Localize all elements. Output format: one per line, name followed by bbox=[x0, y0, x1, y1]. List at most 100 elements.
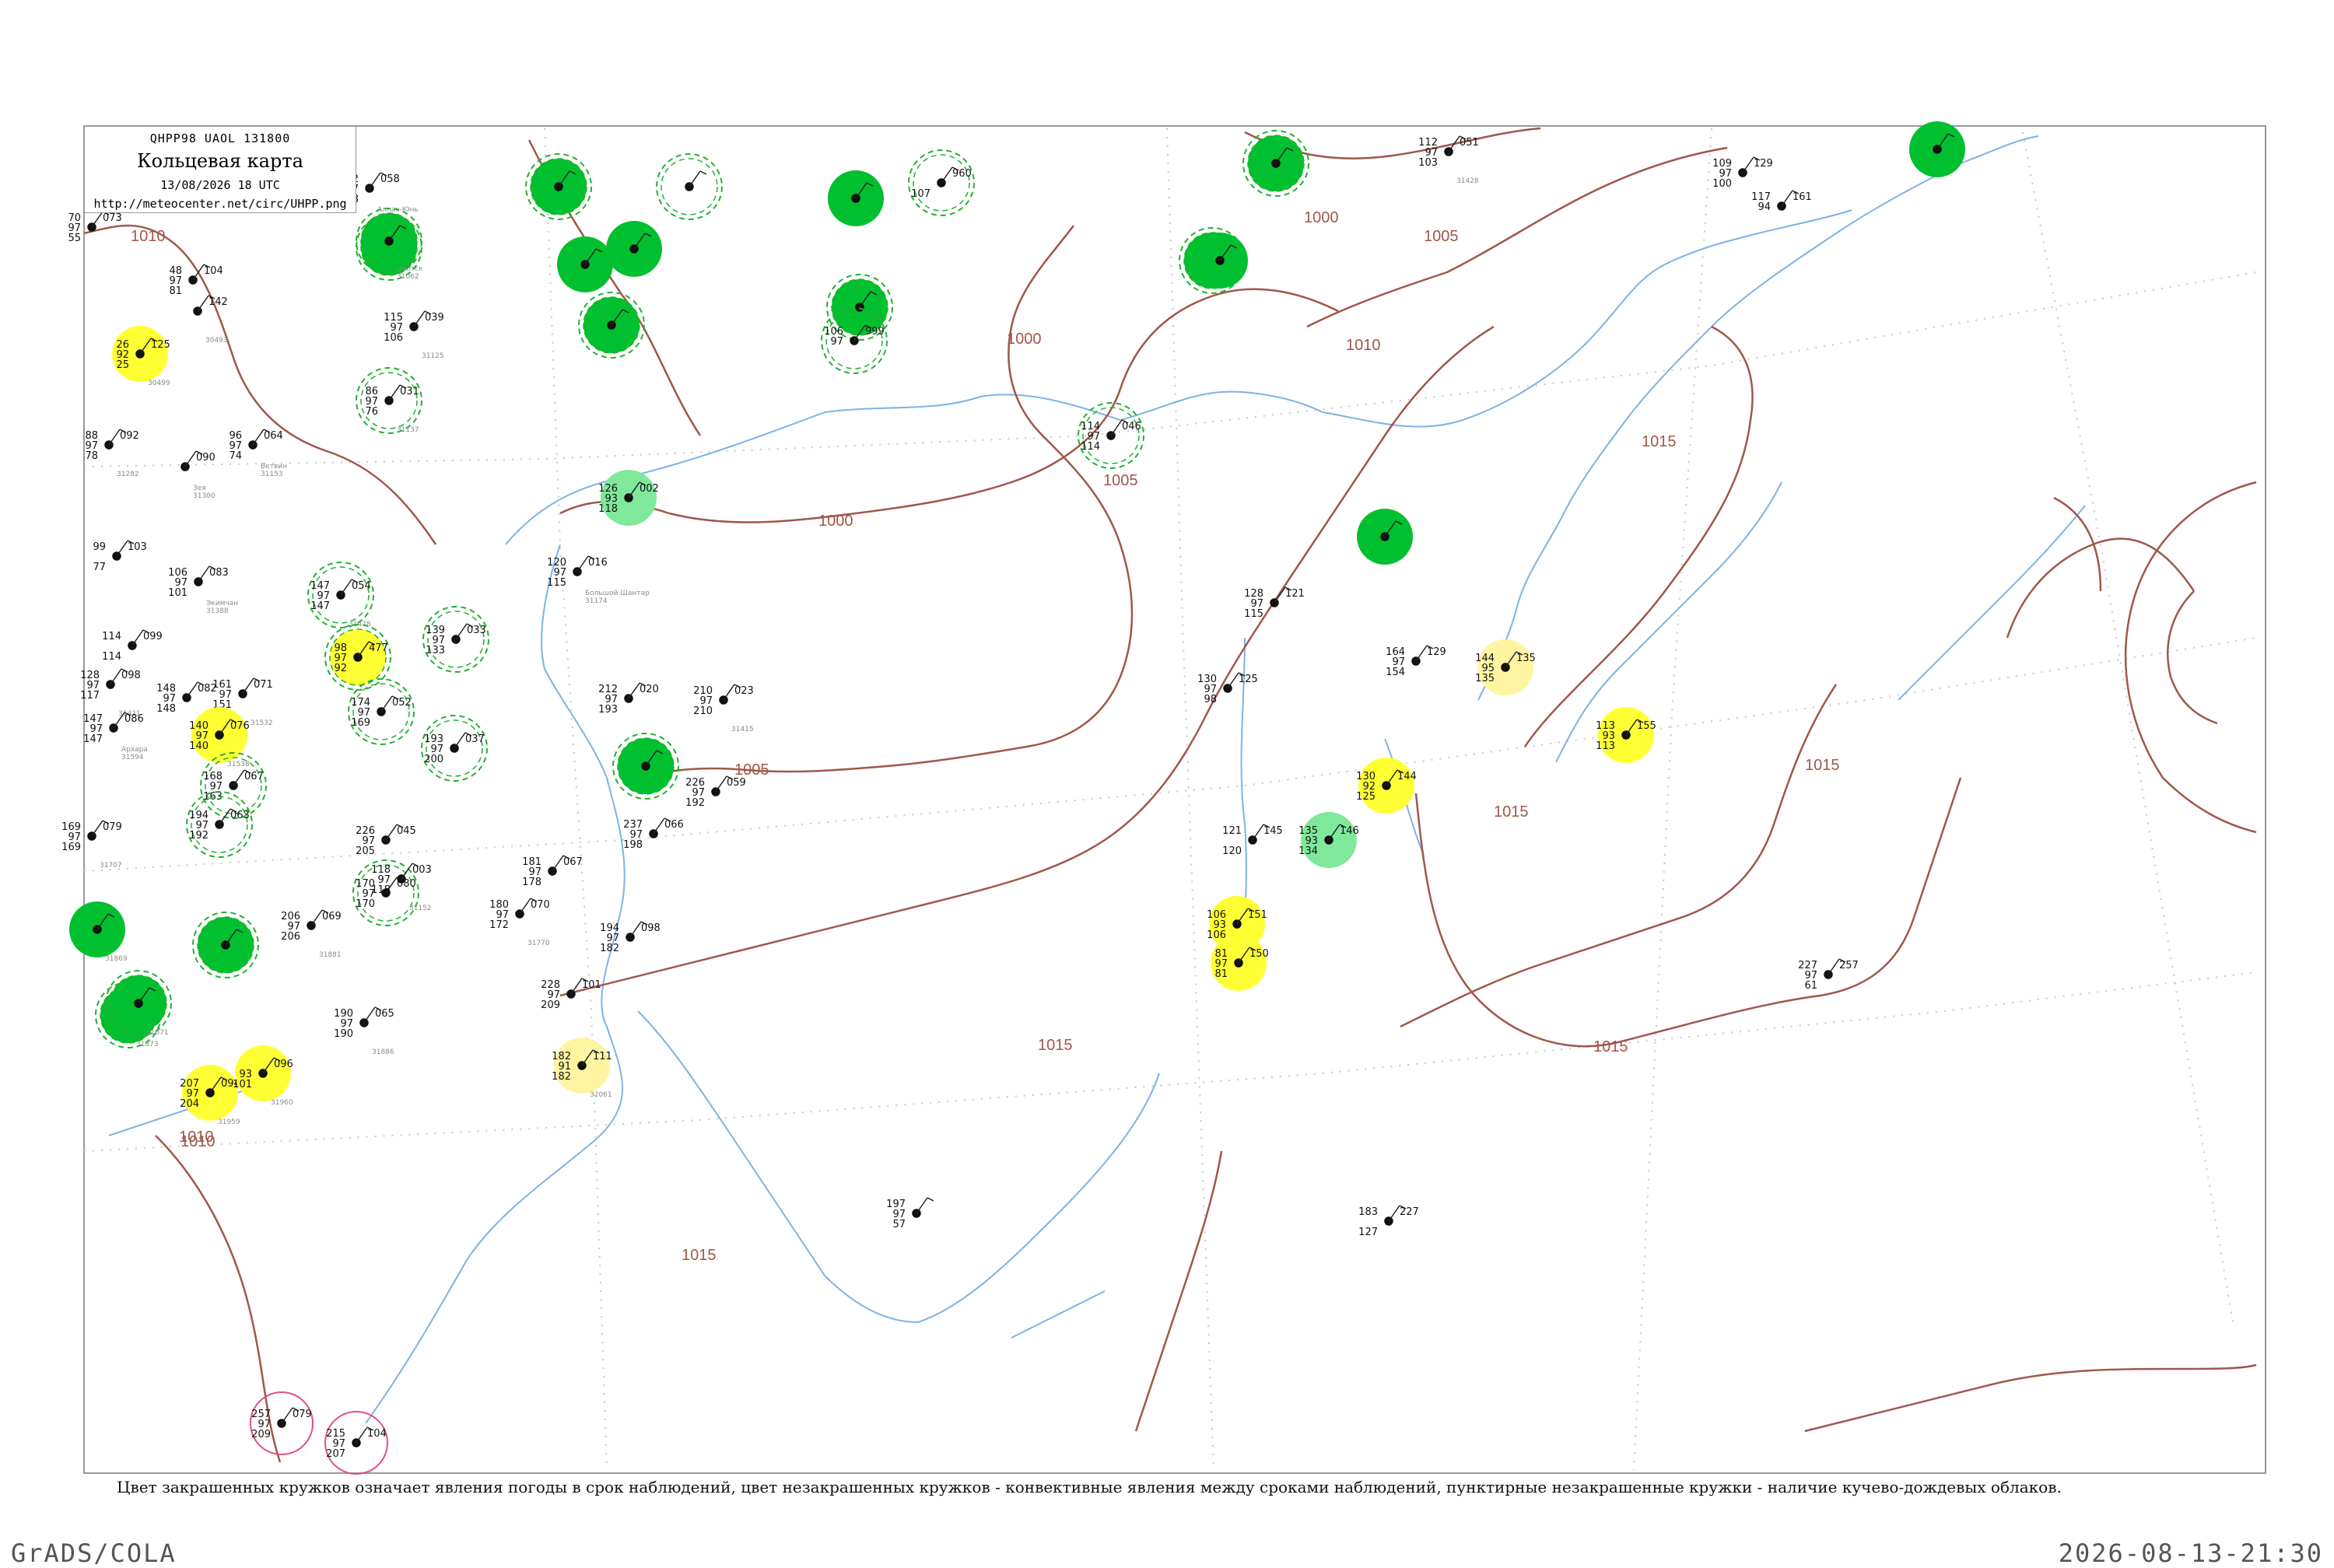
station-id: 31594 bbox=[121, 754, 144, 761]
pressure-value: 002 bbox=[640, 483, 659, 495]
pressure-value: 142 bbox=[209, 296, 228, 308]
station-id: 31478 bbox=[349, 621, 371, 628]
grads-credit: GrADS/COLA bbox=[11, 1538, 177, 1568]
station-id: 31869 bbox=[105, 955, 128, 963]
visibility-value: 120 bbox=[1222, 845, 1242, 857]
pressure-value: 052 bbox=[392, 697, 412, 709]
pressure-value: 058 bbox=[380, 173, 400, 185]
pressure-value: 161 bbox=[1793, 191, 1812, 203]
station-id: 32061 bbox=[590, 1091, 612, 1099]
pressure-value: 046 bbox=[1122, 421, 1141, 432]
temperature-value: 183 bbox=[1358, 1206, 1378, 1218]
pressure-value: 079 bbox=[103, 821, 122, 833]
pressure-value: 079 bbox=[293, 1409, 312, 1420]
visibility-value: 101 bbox=[233, 1079, 252, 1090]
pressure-value: 092 bbox=[120, 430, 139, 442]
pressure-value: 073 bbox=[103, 212, 122, 224]
station-id: 30499 bbox=[148, 380, 170, 387]
visibility-value: 190 bbox=[334, 1028, 353, 1040]
visibility-value: 78 bbox=[85, 450, 98, 462]
visibility-value: 147 bbox=[83, 733, 103, 745]
visibility-value: 117 bbox=[80, 690, 100, 702]
visibility-value: 209 bbox=[541, 999, 560, 1011]
visibility-value: 170 bbox=[356, 898, 375, 910]
visibility-value: 81 bbox=[1214, 968, 1228, 980]
isobar-label: 1015 bbox=[1593, 1038, 1628, 1055]
pressure-value: 104 bbox=[367, 1428, 387, 1440]
station-id: 30493 bbox=[205, 337, 228, 345]
station-plot bbox=[1909, 121, 1965, 177]
pressure-value: 111 bbox=[593, 1051, 612, 1062]
isobar-label: 1015 bbox=[1494, 803, 1529, 821]
pressure-value: 155 bbox=[1637, 720, 1656, 732]
visibility-value: 169 bbox=[61, 842, 81, 853]
station-id: 31886 bbox=[372, 1048, 394, 1056]
temperature-value: 121 bbox=[1222, 825, 1242, 837]
isobar-label: 1010 bbox=[1346, 337, 1381, 354]
pressure-value: 098 bbox=[641, 922, 661, 934]
pressure-value: 477 bbox=[369, 642, 388, 654]
pressure-value: 003 bbox=[412, 864, 432, 876]
pressure-value: 086 bbox=[124, 713, 144, 725]
pressure-value: 039 bbox=[425, 312, 444, 324]
station-name: Архара bbox=[121, 746, 148, 754]
visibility-value: 204 bbox=[180, 1098, 199, 1110]
synoptic-map: 1010 1010 1000 1005 1000 1010 1005 1000 … bbox=[61, 121, 2266, 1475]
isobar-label: 1005 bbox=[1424, 228, 1459, 245]
visibility-value: 125 bbox=[1356, 791, 1376, 803]
station-id: 31871 bbox=[146, 1029, 169, 1037]
station-plot bbox=[828, 170, 884, 226]
pressure-value: 064 bbox=[264, 430, 283, 442]
isobar-label: 1010 bbox=[180, 1133, 216, 1150]
station-id: 31538 bbox=[227, 761, 250, 768]
pressure-value: 145 bbox=[1263, 825, 1283, 837]
visibility-value: 178 bbox=[522, 877, 541, 888]
pressure-value: 257 bbox=[1839, 960, 1859, 971]
station-plot bbox=[1357, 509, 1413, 565]
pressure-value: 103 bbox=[128, 541, 147, 553]
station-id: 31125 bbox=[422, 352, 444, 360]
pressure-value: 960 bbox=[952, 168, 972, 180]
pressure-value: 016 bbox=[588, 557, 608, 569]
pressure-value: 125 bbox=[151, 339, 170, 351]
station-id: 31707 bbox=[100, 862, 122, 870]
station-name: Зея bbox=[193, 485, 206, 492]
visibility-value: 172 bbox=[489, 919, 509, 931]
pressure-value: 083 bbox=[209, 567, 229, 579]
station-id: 31062 bbox=[397, 273, 419, 281]
pressure-value: 067 bbox=[563, 856, 583, 868]
pressure-value: 150 bbox=[1249, 948, 1269, 960]
isobar-label: 1005 bbox=[734, 761, 769, 779]
isobar-label: 1005 bbox=[1103, 472, 1138, 489]
visibility-value: 74 bbox=[229, 450, 242, 462]
station-id: 31137 bbox=[397, 426, 419, 434]
visibility-value: 148 bbox=[156, 703, 176, 715]
isobar-label: 1000 bbox=[1304, 209, 1339, 226]
pressure-value: 129 bbox=[1754, 158, 1773, 170]
pressure-value: 054 bbox=[352, 580, 371, 592]
station-id: 31174 bbox=[585, 597, 608, 605]
visibility-value: 115 bbox=[547, 577, 566, 589]
generation-timestamp: 2026-08-13-21:30 bbox=[2058, 1538, 2323, 1568]
pressure-value: 051 bbox=[1460, 137, 1479, 149]
visibility-value: 147 bbox=[310, 600, 330, 612]
isobar-label: 1000 bbox=[1007, 331, 1042, 348]
visibility-value: 55 bbox=[68, 233, 81, 244]
source-url[interactable]: http://meteocenter.net/circ/UHPP.png bbox=[85, 197, 356, 211]
station-id: 31152 bbox=[409, 905, 432, 912]
visibility-value: 25 bbox=[116, 359, 129, 371]
visibility-value: 118 bbox=[371, 884, 391, 896]
station-plot bbox=[557, 236, 613, 292]
visibility-value: 100 bbox=[1712, 178, 1732, 190]
pressure-value: 999 bbox=[865, 326, 885, 338]
visibility-value: 103 bbox=[1418, 157, 1438, 169]
visibility-value: 192 bbox=[685, 797, 705, 809]
humidity-value: 94 bbox=[1758, 201, 1771, 213]
isobar-label: 1010 bbox=[131, 228, 166, 245]
pressure-value: 144 bbox=[1397, 771, 1417, 782]
station-name: Большой Шантар bbox=[585, 590, 650, 597]
bulletin-code: QHPP98 UAOL 131800 bbox=[149, 131, 291, 145]
isobar-label: 1015 bbox=[1642, 433, 1677, 450]
pressure-value: 096 bbox=[274, 1059, 293, 1070]
visibility-value: 134 bbox=[1298, 845, 1318, 857]
